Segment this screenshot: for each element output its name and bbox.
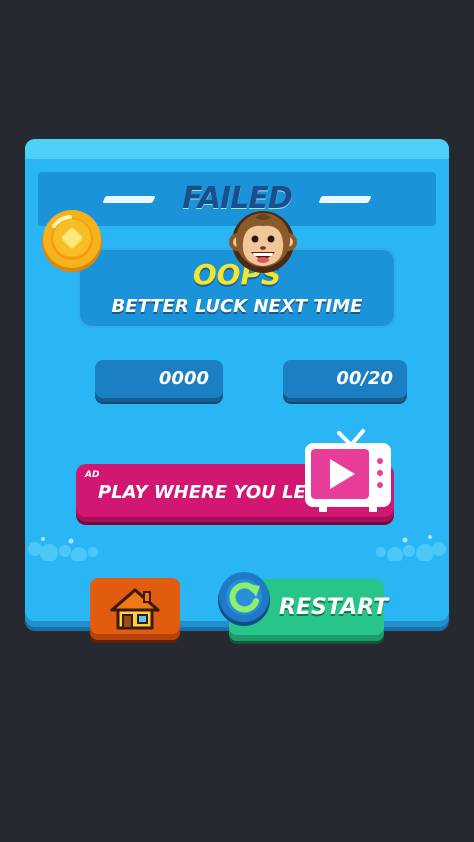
monkey-face-icon xyxy=(229,211,297,273)
restart-label: RESTART xyxy=(279,595,389,620)
coin-icon xyxy=(42,210,102,272)
monkey-count: 00/20 xyxy=(336,368,393,389)
tv-play-icon xyxy=(305,429,391,512)
title-dash-right xyxy=(318,196,372,203)
refresh-arrow-icon[interactable] xyxy=(216,570,272,626)
house-icon xyxy=(110,588,160,630)
home-button[interactable] xyxy=(90,578,180,640)
bubble-decoration xyxy=(28,535,446,561)
subheadline: BETTER LUCK NEXT TIME xyxy=(111,296,363,317)
coin-count: 0000 xyxy=(158,368,209,389)
panel-top-strip xyxy=(25,139,449,159)
coin-counter: 0000 xyxy=(95,360,223,402)
ad-button-label: PLAY WHERE YOU LEFT xyxy=(98,482,331,503)
monkey-counter: 00/20 xyxy=(283,360,407,402)
